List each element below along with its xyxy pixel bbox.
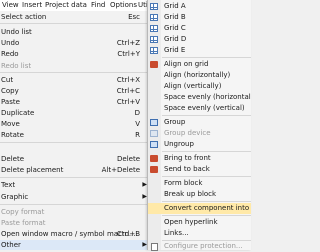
separator (0, 23, 150, 24)
menu-project-data[interactable]: Project data (45, 1, 87, 10)
edit-menu: Select action Esc Undo list Undo Ctrl+Z … (0, 11, 150, 250)
menu-item-undo-list[interactable]: Undo list (0, 27, 150, 37)
menu-item-text[interactable]: Text ▶ (0, 180, 150, 190)
grid-icon (150, 3, 158, 10)
bring-to-front-icon (150, 155, 158, 162)
send-to-back-icon (150, 166, 158, 173)
submenu-item-group[interactable]: Group (148, 117, 251, 128)
menu-item-delete[interactable]: Delete Delete (0, 154, 150, 164)
submenu-item-align-vertically[interactable]: Align (vertically) (148, 81, 251, 92)
separator (0, 142, 150, 143)
separator (0, 177, 150, 178)
menu-item-duplicate[interactable]: Duplicate D (0, 108, 150, 118)
separator (162, 215, 251, 216)
menu-item-other[interactable]: Other ▶ (0, 240, 150, 250)
grid-icon (150, 47, 158, 54)
submenu-item-convert-component[interactable]: Convert component into graphic (148, 203, 251, 214)
menu-item-paste-format[interactable]: Paste format (0, 218, 150, 228)
submenu-item-grid-d[interactable]: Grid D (148, 34, 251, 45)
menu-insert[interactable]: Insert (22, 1, 42, 10)
menu-item-undo[interactable]: Undo Ctrl+Z (0, 38, 150, 48)
menu-item-redo[interactable]: Redo Ctrl+Y (0, 49, 150, 59)
submenu-item-ungroup[interactable]: Ungroup (148, 139, 251, 150)
submenu-item-send-to-back[interactable]: Send to back (148, 164, 251, 175)
submenu-item-grid-c[interactable]: Grid C (148, 23, 251, 34)
submenu-item-group-device[interactable]: Group device (148, 128, 251, 139)
menu-item-delete-placement[interactable]: Delete placement Alt+Delete (0, 165, 150, 175)
other-submenu: Grid A Grid B Grid C Grid D Grid E Align… (147, 0, 251, 252)
submenu-item-break-up-block[interactable]: Break up block (148, 189, 251, 200)
ungroup-icon (150, 141, 158, 148)
submenu-item-links[interactable]: Links... (148, 228, 251, 239)
menu-item-open-window-macro[interactable]: Open window macro / symbol macro... Ctrl… (0, 229, 150, 239)
submenu-item-configure-protection[interactable]: Configure protection... (148, 241, 251, 252)
menu-item-move[interactable]: Move V (0, 119, 150, 129)
separator (162, 115, 251, 116)
submenu-item-open-hyperlink[interactable]: Open hyperlink (148, 217, 251, 228)
menu-item-cut[interactable]: Cut Ctrl+X (0, 75, 150, 85)
group-icon (150, 119, 158, 126)
menu-item-copy[interactable]: Copy Ctrl+C (0, 86, 150, 96)
menu-options[interactable]: Options (110, 1, 137, 10)
submenu-item-grid-b[interactable]: Grid B (148, 12, 251, 23)
submenu-item-align-on-grid[interactable]: Align on grid (148, 59, 251, 70)
separator (162, 57, 251, 58)
separator (162, 151, 251, 152)
separator (162, 201, 251, 202)
separator (162, 176, 251, 177)
separator (0, 204, 150, 205)
menu-item-graphic[interactable]: Graphic ▶ (0, 192, 150, 202)
grid-icon (150, 14, 158, 21)
align-grid-icon (150, 61, 158, 68)
submenu-item-space-evenly-horizontal[interactable]: Space evenly (horizontal) (148, 92, 251, 103)
menu-item-select-action[interactable]: Select action Esc (0, 12, 150, 22)
menu-item-redo-list[interactable]: Redo list (0, 61, 150, 71)
submenu-item-grid-e[interactable]: Grid E (148, 45, 251, 56)
submenu-item-bring-to-front[interactable]: Bring to front (148, 153, 251, 164)
grid-icon (150, 36, 158, 43)
menu-view[interactable]: View (2, 1, 19, 10)
grid-icon (150, 25, 158, 32)
submenu-item-align-horizontally[interactable]: Align (horizontally) (148, 70, 251, 81)
menu-find[interactable]: Find (91, 1, 105, 10)
group-device-icon (150, 130, 158, 137)
menu-item-copy-format[interactable]: Copy format (0, 207, 150, 217)
menu-item-rotate[interactable]: Rotate R (0, 130, 150, 140)
submenu-item-grid-a[interactable]: Grid A (148, 1, 251, 12)
submenu-item-space-evenly-vertical[interactable]: Space evenly (vertical) (148, 103, 251, 114)
menu-item-paste[interactable]: Paste Ctrl+V (0, 97, 150, 107)
submenu-item-form-block[interactable]: Form block (148, 178, 251, 189)
separator (0, 72, 150, 73)
